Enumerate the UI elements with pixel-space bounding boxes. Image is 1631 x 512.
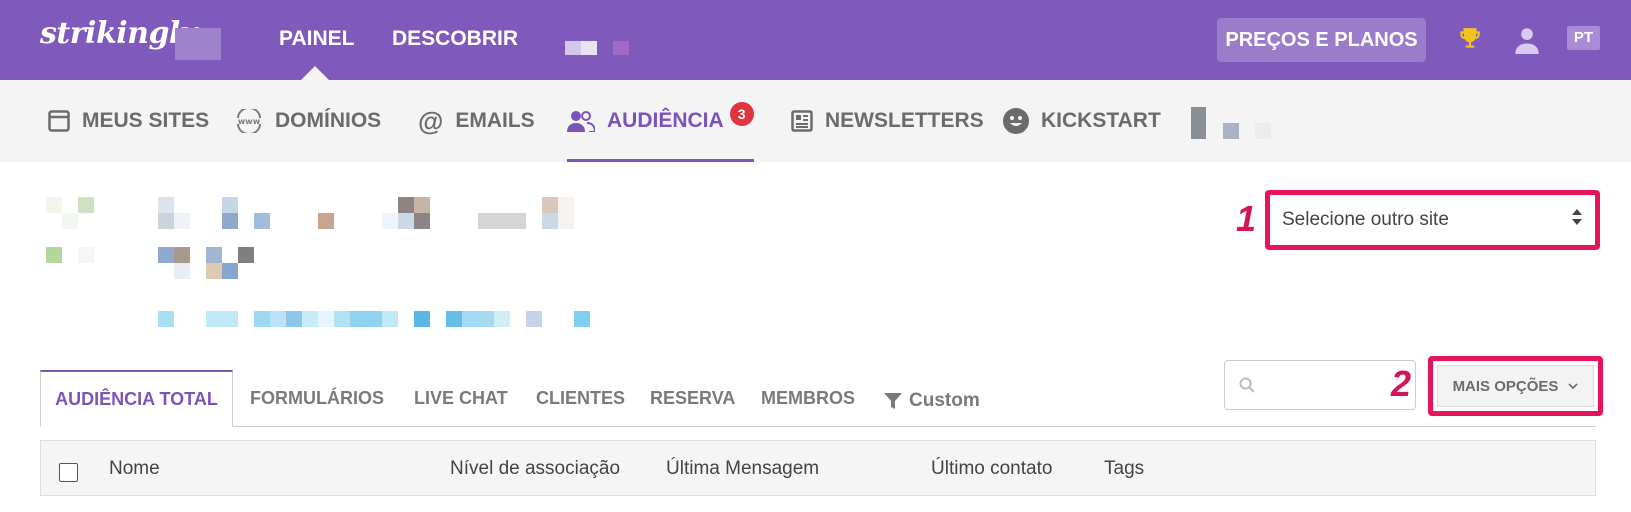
tab-custom-filter[interactable]: Custom: [883, 373, 980, 429]
site-select[interactable]: Selecione outro site: [1278, 203, 1587, 237]
tab-membros[interactable]: MEMBROS: [761, 370, 855, 426]
user-account-icon[interactable]: [1513, 26, 1541, 54]
col-ultima-mensagem[interactable]: Última Mensagem: [666, 441, 819, 497]
language-selector[interactable]: PT: [1567, 26, 1600, 50]
tab-reserva[interactable]: RESERVA: [650, 370, 735, 426]
col-nome[interactable]: Nome: [109, 441, 160, 497]
col-ultimo-contato[interactable]: Último contato: [931, 441, 1052, 497]
more-options-label: MAIS OPÇÕES: [1452, 377, 1559, 395]
notification-badge: 3: [729, 102, 754, 126]
active-nav-caret: [301, 66, 329, 80]
tab-audiencia-total[interactable]: AUDIÊNCIA TOTAL: [40, 370, 233, 427]
nav-painel[interactable]: PAINEL: [279, 27, 354, 51]
pricing-plans-button[interactable]: PREÇOS E PLANOS: [1217, 18, 1426, 62]
users-icon: [567, 110, 595, 132]
subnav-audiencia[interactable]: AUDIÊNCIA 3: [567, 80, 754, 162]
at-sign-icon: @: [418, 105, 444, 136]
audience-table-header: Nome Nível de associação Última Mensagem…: [40, 440, 1596, 496]
annotation-number-2: 2: [1391, 363, 1412, 404]
chevron-down-icon: [1568, 382, 1578, 390]
subnav-kickstart[interactable]: KICKSTART: [1003, 80, 1161, 162]
browser-window-icon: [48, 110, 70, 132]
subnav-label: AUDIÊNCIA: [607, 109, 724, 132]
tab-live-chat[interactable]: LIVE CHAT: [414, 370, 508, 426]
filter-icon: [883, 391, 903, 411]
annotation-number-1: 1: [1236, 198, 1257, 239]
col-nivel-associacao[interactable]: Nível de associação: [450, 441, 620, 497]
search-icon: [1239, 377, 1255, 398]
col-tags[interactable]: Tags: [1104, 441, 1144, 497]
more-options-button[interactable]: MAIS OPÇÕES: [1437, 365, 1594, 407]
smiley-icon: [1003, 108, 1029, 134]
top-bar: strikingly PAINEL DESCOBRIR PREÇOS E PLA…: [0, 0, 1631, 80]
site-select-highlight: Selecione outro site: [1265, 190, 1600, 250]
subnav-label: NEWSLETTERS: [825, 109, 984, 132]
subnav-emails[interactable]: @ EMAILS: [418, 80, 535, 162]
dashboard-subnav: MEUS SITES www DOMÍNIOS @ EMAILS AUDIÊNC…: [0, 80, 1631, 162]
subnav-meus-sites[interactable]: MEUS SITES: [48, 80, 209, 162]
subnav-label: MEUS SITES: [82, 109, 210, 132]
blurred-site-name: [175, 28, 221, 60]
svg-text:www: www: [238, 117, 261, 126]
subnav-label: KICKSTART: [1041, 109, 1161, 132]
newspaper-icon: [791, 110, 813, 132]
tab-clientes[interactable]: CLIENTES: [536, 370, 625, 426]
trophy-icon[interactable]: [1457, 26, 1483, 59]
strikingly-logo[interactable]: strikingly: [40, 16, 197, 51]
more-options-highlight: MAIS OPÇÕES: [1428, 356, 1603, 416]
site-select-label: Selecione outro site: [1282, 209, 1449, 230]
select-arrows-icon: [1571, 207, 1583, 233]
audience-search-input[interactable]: [1224, 360, 1416, 410]
nav-descobrir[interactable]: DESCOBRIR: [392, 27, 518, 51]
tab-formularios[interactable]: FORMULÁRIOS: [250, 370, 384, 426]
subnav-label: DOMÍNIOS: [275, 109, 382, 132]
www-globe-icon: www: [235, 109, 263, 133]
custom-label: Custom: [909, 390, 980, 411]
subnav-newsletters[interactable]: NEWSLETTERS: [791, 80, 984, 162]
select-all-checkbox[interactable]: [59, 463, 78, 482]
subnav-dominios[interactable]: www DOMÍNIOS: [235, 80, 381, 162]
subnav-label: EMAILS: [455, 109, 535, 132]
